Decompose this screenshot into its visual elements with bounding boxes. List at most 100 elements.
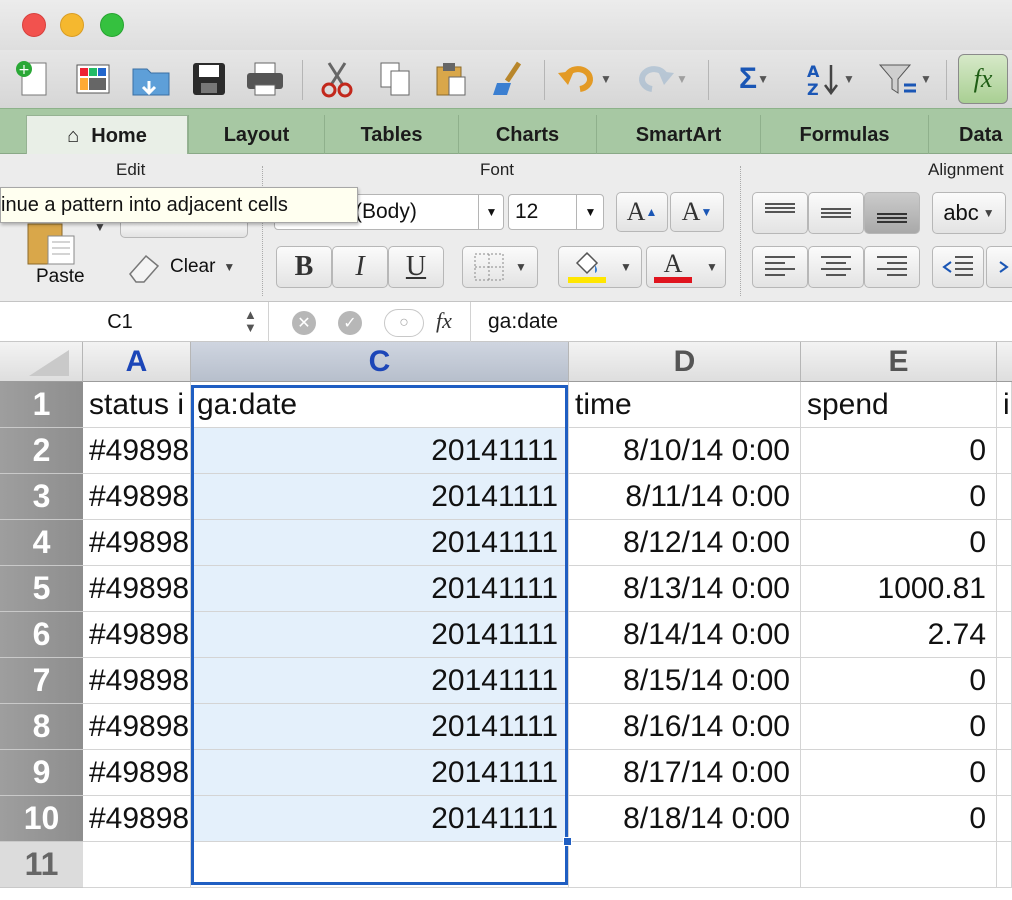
gallery-icon[interactable] [70, 56, 116, 102]
open-icon[interactable] [128, 56, 174, 102]
cell-f[interactable] [997, 566, 1012, 612]
bold-button[interactable]: B [276, 246, 332, 288]
header-cell-d[interactable]: time [569, 382, 801, 428]
align-top-button[interactable] [752, 192, 808, 234]
cell-e[interactable]: 0 [801, 474, 997, 520]
tab-formulas[interactable]: Formulas [760, 115, 928, 155]
cell-d[interactable]: 8/13/14 0:00 [569, 566, 801, 612]
cell-c[interactable]: 20141111 [191, 612, 569, 658]
cell-d[interactable]: 8/17/14 0:00 [569, 750, 801, 796]
wrap-text-button[interactable]: abc ▼ [932, 192, 1006, 234]
cell-a[interactable]: #49898 [83, 428, 191, 474]
tab-smartart[interactable]: SmartArt [596, 115, 760, 155]
redo-icon[interactable]: ▼ [630, 56, 690, 102]
tab-tables[interactable]: Tables [324, 115, 458, 155]
cell-f[interactable] [997, 520, 1012, 566]
cell-a[interactable]: #49898 [83, 704, 191, 750]
cell-a[interactable]: #49898 [83, 658, 191, 704]
cell-c[interactable]: 20141111 [191, 520, 569, 566]
cell-a[interactable] [83, 842, 191, 888]
format-brush-icon[interactable] [486, 56, 532, 102]
italic-button[interactable]: I [332, 246, 388, 288]
fill-button[interactable] [120, 222, 248, 238]
cell-d[interactable] [569, 842, 801, 888]
header-cell-e[interactable]: spend [801, 382, 997, 428]
increase-indent-button[interactable] [986, 246, 1012, 288]
fx-icon[interactable]: fx [436, 308, 452, 334]
cell-c[interactable]: 20141111 [191, 566, 569, 612]
name-box-stepper-icon[interactable]: ▲ ▼ [244, 308, 257, 334]
column-header-e[interactable]: E [801, 342, 997, 382]
align-middle-button[interactable] [808, 192, 864, 234]
align-right-button[interactable] [864, 246, 920, 288]
cell-c[interactable]: 20141111 [191, 474, 569, 520]
row-header[interactable]: 8 [0, 704, 83, 750]
cell-a[interactable]: #49898 [83, 520, 191, 566]
chevron-down-icon[interactable]: ▼ [576, 194, 604, 230]
tab-charts[interactable]: Charts [458, 115, 596, 155]
cell-f[interactable] [997, 796, 1012, 842]
cell-c[interactable]: 20141111 [191, 796, 569, 842]
cell-f[interactable] [997, 842, 1012, 888]
align-left-button[interactable] [752, 246, 808, 288]
cell-c[interactable]: 20141111 [191, 658, 569, 704]
cell-e[interactable]: 0 [801, 796, 997, 842]
borders-button[interactable]: ▼ [462, 246, 538, 288]
cell-e[interactable]: 2.74 [801, 612, 997, 658]
cell-e[interactable] [801, 842, 997, 888]
cell-a[interactable]: #49898 [83, 750, 191, 796]
select-all-corner[interactable] [0, 342, 83, 382]
row-header[interactable]: 1 [0, 382, 83, 428]
cut-icon[interactable] [314, 56, 360, 102]
chevron-down-icon[interactable]: ▼ [478, 194, 504, 230]
cell-c[interactable] [191, 842, 569, 888]
align-bottom-button[interactable] [864, 192, 920, 234]
cell-d[interactable]: 8/11/14 0:00 [569, 474, 801, 520]
new-icon[interactable]: + [10, 56, 56, 102]
paste-icon[interactable] [428, 56, 474, 102]
formula-input[interactable]: ga:date [488, 310, 558, 334]
column-header-a[interactable]: A [83, 342, 191, 382]
cell-c[interactable]: 20141111 [191, 428, 569, 474]
tab-home[interactable]: ⌂ Home [26, 115, 188, 156]
cell-d[interactable]: 8/12/14 0:00 [569, 520, 801, 566]
minimize-window-button[interactable] [60, 13, 84, 37]
sum-icon[interactable]: Σ ▼ [724, 56, 784, 102]
row-header[interactable]: 5 [0, 566, 83, 612]
tab-data[interactable]: Data [928, 115, 1012, 155]
column-header-c[interactable]: C [191, 342, 569, 382]
column-header-d[interactable]: D [569, 342, 801, 382]
name-box[interactable]: C1 [6, 306, 234, 338]
underline-button[interactable]: U [388, 246, 444, 288]
tab-layout[interactable]: Layout [188, 115, 324, 155]
cell-e[interactable]: 0 [801, 520, 997, 566]
sort-icon[interactable]: AZ ▼ [796, 56, 862, 102]
cell-d[interactable]: 8/15/14 0:00 [569, 658, 801, 704]
align-center-button[interactable] [808, 246, 864, 288]
formula-builder-icon[interactable]: ○ [384, 309, 424, 337]
row-header[interactable]: 10 [0, 796, 83, 842]
function-icon[interactable]: fx [958, 54, 1008, 104]
cell-f[interactable] [997, 658, 1012, 704]
cell-a[interactable]: #49898 [83, 474, 191, 520]
cell-a[interactable]: #49898 [83, 612, 191, 658]
save-icon[interactable] [186, 56, 232, 102]
cell-e[interactable]: 0 [801, 428, 997, 474]
cell-e[interactable]: 0 [801, 750, 997, 796]
clear-button[interactable]: Clear ▼ [126, 250, 235, 284]
row-header[interactable]: 6 [0, 612, 83, 658]
fill-color-button[interactable]: ▼ [558, 246, 642, 288]
cell-f[interactable] [997, 474, 1012, 520]
header-cell-c[interactable]: ga:date [191, 382, 569, 428]
column-header-f[interactable] [997, 342, 1012, 382]
row-header[interactable]: 11 [0, 842, 83, 888]
header-cell-a[interactable]: status i [83, 382, 191, 428]
cell-f[interactable] [997, 704, 1012, 750]
cell-c[interactable]: 20141111 [191, 704, 569, 750]
cell-f[interactable] [997, 750, 1012, 796]
row-header[interactable]: 9 [0, 750, 83, 796]
cell-d[interactable]: 8/16/14 0:00 [569, 704, 801, 750]
cell-d[interactable]: 8/18/14 0:00 [569, 796, 801, 842]
close-window-button[interactable] [22, 13, 46, 37]
cancel-entry-icon[interactable]: ✕ [292, 311, 316, 335]
